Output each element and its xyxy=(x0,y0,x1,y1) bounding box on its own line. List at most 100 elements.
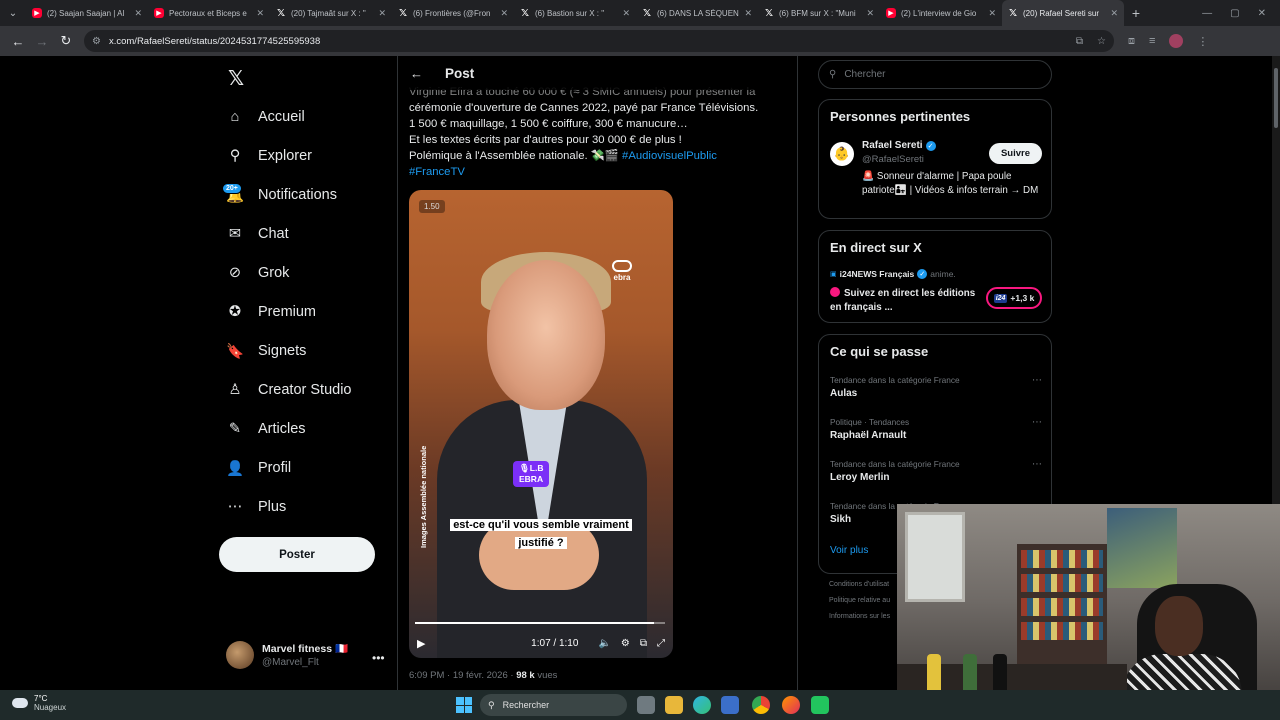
trend-category: Tendance dans la catégorie France xyxy=(830,459,960,469)
minimize-icon[interactable]: — xyxy=(1202,8,1212,19)
trend-item[interactable]: Tendance dans la catégorie France Leroy M… xyxy=(830,459,1042,483)
tweet-timestamp[interactable]: 6:09 PM · 19 févr. 2026 · xyxy=(409,670,516,681)
browser-tab[interactable]: 𝕏 (6) BFM sur X : "Muni ✕ xyxy=(758,0,880,26)
search-input[interactable]: ⚲ Chercher xyxy=(818,60,1052,89)
tab-close-icon[interactable]: ✕ xyxy=(988,8,996,19)
taskbar-search[interactable]: ⚲ Rechercher xyxy=(480,694,627,716)
live-headline-text: Suivez en direct les éditions en françai… xyxy=(830,288,976,313)
bookmark-star-icon[interactable]: ☆ xyxy=(1097,36,1106,47)
close-window-icon[interactable]: ✕ xyxy=(1258,8,1266,19)
browser-tab[interactable]: 𝕏 (6) DANS LA SÉQUEN ✕ xyxy=(636,0,758,26)
account-switcher[interactable]: Marvel fitness 🇫🇷 @Marvel_Flt xyxy=(226,641,348,669)
back-arrow-icon[interactable]: ← xyxy=(6,29,30,53)
live-source-suffix: anime. xyxy=(930,269,956,279)
browser-tab[interactable]: 𝕏 (6) Frontières (@Fron ✕ xyxy=(392,0,514,26)
chrome-menu-icon[interactable]: ⋮ xyxy=(1197,35,1208,48)
tab-close-icon[interactable]: ✕ xyxy=(866,8,874,19)
footer-link[interactable]: Politique relative au xyxy=(829,597,890,604)
browser-tab[interactable]: ▶ Pectoraux et Biceps e ✕ xyxy=(148,0,270,26)
video-progress-fill xyxy=(415,622,655,624)
nav-item-articles[interactable]: ✎ Articles xyxy=(226,414,306,444)
store-icon[interactable] xyxy=(721,696,739,714)
fullscreen-icon[interactable]: ⤢ xyxy=(657,638,665,649)
play-icon[interactable]: ▶ xyxy=(417,637,425,650)
nav-item-accueil[interactable]: ⌂ Accueil xyxy=(226,102,305,132)
browser-tab[interactable]: 𝕏 (6) Bastion sur X : " ✕ xyxy=(514,0,636,26)
trend-more-icon[interactable]: ⋯ xyxy=(1032,417,1042,428)
extensions-icon[interactable]: ⧈ xyxy=(1128,35,1135,48)
trend-more-icon[interactable]: ⋯ xyxy=(1032,375,1042,386)
reload-icon[interactable]: ↻ xyxy=(54,29,78,53)
nav-item-creator-studio[interactable]: ♙ Creator Studio xyxy=(226,375,352,405)
tab-title: (20) Rafael Sereti sur xyxy=(1023,8,1100,18)
video-progress-bar[interactable] xyxy=(415,622,665,624)
tab-close-icon[interactable]: ✕ xyxy=(500,8,508,19)
file-explorer-icon[interactable] xyxy=(665,696,683,714)
windows-start-icon[interactable] xyxy=(456,697,472,713)
back-arrow-icon[interactable]: ← xyxy=(410,66,423,81)
scrollbar-thumb[interactable] xyxy=(1274,68,1278,128)
live-listeners-pill[interactable]: i24 +1,3 k xyxy=(986,287,1042,309)
ebra-logo-text: ebra xyxy=(613,273,631,282)
tab-close-icon[interactable]: ✕ xyxy=(256,8,264,19)
settings-gear-icon[interactable]: ⚙ xyxy=(621,638,630,649)
trend-more-icon[interactable]: ⋯ xyxy=(1032,459,1042,470)
tab-close-icon[interactable]: ✕ xyxy=(744,8,752,19)
tweet-text: Virginie Efira a touché 60 000 € (≈ 3 SM… xyxy=(409,84,779,180)
edge-icon[interactable] xyxy=(693,696,711,714)
webcam-bottle xyxy=(963,654,977,694)
tab-close-icon[interactable]: ✕ xyxy=(622,8,630,19)
post-button[interactable]: Poster xyxy=(219,537,375,572)
volume-icon[interactable]: 🔈 xyxy=(598,638,610,649)
tab-close-icon[interactable]: ✕ xyxy=(134,8,142,19)
x-favicon-icon: 𝕏 xyxy=(398,7,408,19)
live-headline[interactable]: Suivez en direct les éditions en françai… xyxy=(830,287,980,314)
new-tab-plus-icon[interactable]: + xyxy=(1124,5,1148,21)
nav-item-grok[interactable]: ⊘ Grok xyxy=(226,258,290,288)
nav-item-explorer[interactable]: ⚲ Explorer xyxy=(226,141,312,171)
install-app-icon[interactable]: ⧉ xyxy=(1076,36,1083,47)
x-logo-icon[interactable]: 𝕏 xyxy=(228,66,244,91)
nav-item-plus[interactable]: ⋯ Plus xyxy=(226,492,286,522)
grok-icon: ⊘ xyxy=(228,265,242,281)
messaging-app-icon[interactable] xyxy=(811,696,829,714)
hashtag-link[interactable]: #FranceTV xyxy=(409,166,465,178)
nav-item-label: Notifications xyxy=(258,187,337,203)
tab-close-icon[interactable]: ✕ xyxy=(1110,8,1118,19)
browser-tab[interactable]: ▶ (2) L'interview de Gio ✕ xyxy=(880,0,1002,26)
trend-item[interactable]: Tendance dans la catégorie France Aulas ⋯ xyxy=(830,375,1042,399)
account-more-icon[interactable]: ••• xyxy=(372,651,385,665)
browser-tab[interactable]: 𝕏 (20) Tajmaât sur X : " ✕ xyxy=(270,0,392,26)
tab-search-chevron-icon[interactable]: ⌄ xyxy=(0,0,26,26)
address-bar[interactable]: ⚙ x.com/RafaelSereti/status/202453177452… xyxy=(84,30,1114,52)
picture-in-picture-icon[interactable]: ⧉ xyxy=(640,638,647,649)
show-more-link[interactable]: Voir plus xyxy=(830,545,868,556)
follow-button[interactable]: Suivre xyxy=(989,143,1042,164)
hashtag-link[interactable]: #AudiovisuelPublic xyxy=(622,150,717,162)
site-info-icon[interactable]: ⚙ xyxy=(92,36,101,47)
bookmark-icon: 🔖 xyxy=(225,343,245,360)
live-source-logo-icon: ▣ xyxy=(830,271,837,278)
chrome-icon[interactable] xyxy=(752,696,770,714)
footer-link[interactable]: Conditions d'utilisat xyxy=(829,581,889,588)
video-player[interactable]: 1.50 ebra Images Assemblée nationale 🎙L.… xyxy=(409,190,673,658)
nav-item-chat[interactable]: ✉ Chat xyxy=(226,219,289,249)
forward-arrow-icon[interactable]: → xyxy=(30,29,54,53)
browser-tab[interactable]: 𝕏 (20) Rafael Sereti sur ✕ xyxy=(1002,0,1124,26)
weather-widget[interactable]: 7°C Nuageux xyxy=(12,694,66,712)
window-controls: — ▢ ✕ xyxy=(1202,8,1280,19)
firefox-icon[interactable] xyxy=(782,696,800,714)
profile-avatar[interactable] xyxy=(1169,34,1184,48)
trend-item[interactable]: Politique · Tendances Raphaël Arnault ⋯ xyxy=(830,417,1042,441)
maximize-icon[interactable]: ▢ xyxy=(1230,8,1239,19)
footer-link[interactable]: Informations sur les xyxy=(829,613,890,620)
media-controls-icon[interactable]: ≡ xyxy=(1149,35,1155,47)
nav-item-notifications[interactable]: 🔔 20+ Notifications xyxy=(222,180,337,210)
task-view-icon[interactable] xyxy=(637,696,655,714)
browser-tab[interactable]: ▶ (2) Saajan Saajan | Al ✕ xyxy=(26,0,148,26)
nav-item-profil[interactable]: 👤 Profil xyxy=(226,453,291,483)
tweet-line: Et les textes écrits par d'autres pour 3… xyxy=(409,134,682,146)
nav-item-premium[interactable]: ✪ Premium xyxy=(226,297,316,327)
nav-item-signets[interactable]: 🔖 Signets xyxy=(226,336,306,366)
tab-close-icon[interactable]: ✕ xyxy=(378,8,386,19)
